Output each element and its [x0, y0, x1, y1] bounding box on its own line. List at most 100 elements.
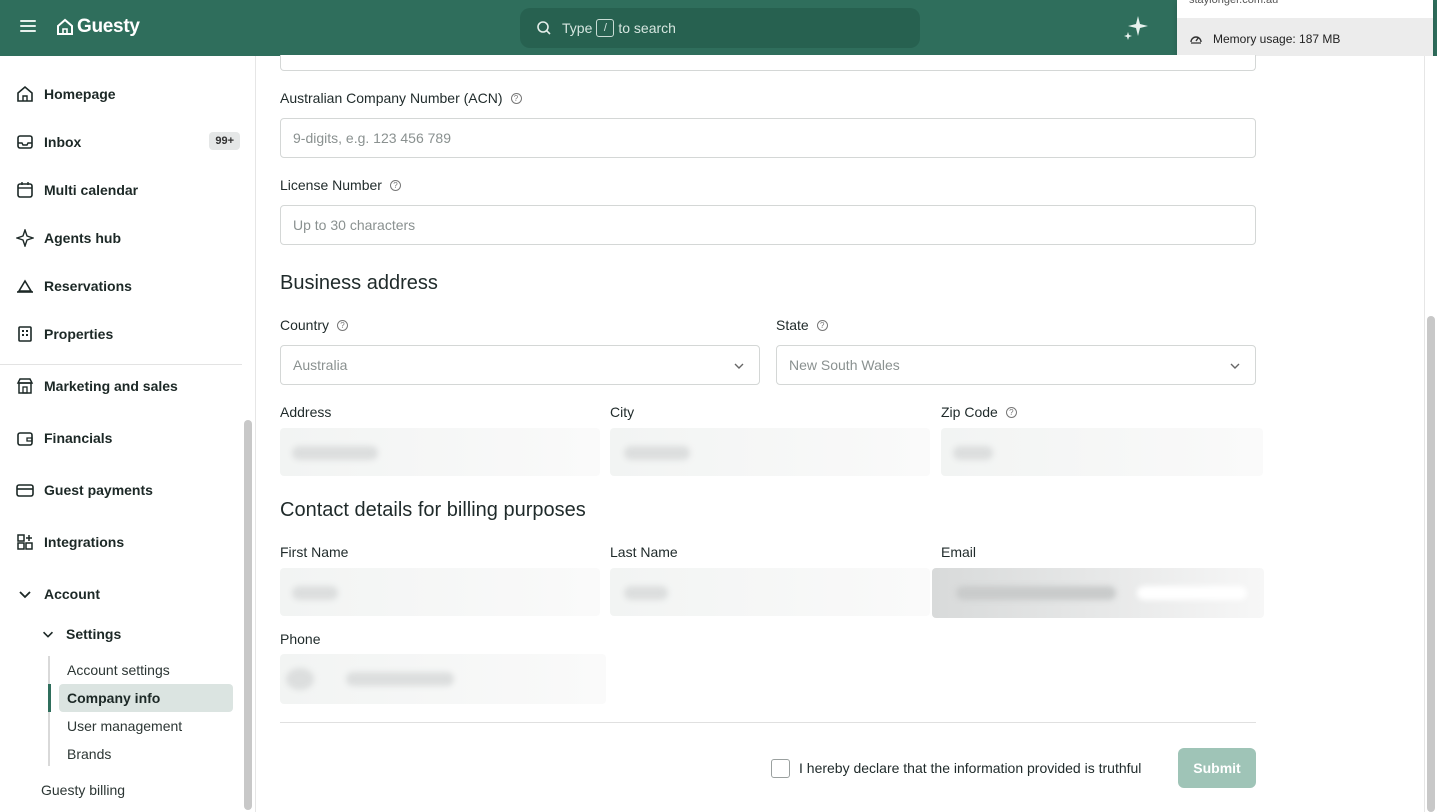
sidebar-item-label: Marketing and sales	[44, 378, 178, 394]
search-prefix: Type	[562, 20, 593, 36]
inbox-icon	[17, 135, 33, 149]
last-name-input-redacted[interactable]	[610, 568, 930, 616]
sidebar-item-agents-hub[interactable]: Agents hub	[16, 224, 242, 252]
chevron-down-icon	[1230, 363, 1240, 369]
sidebar-item-marketing-and-sales[interactable]: Marketing and sales	[16, 372, 242, 400]
city-label: City	[610, 404, 635, 420]
zip-code-label-text: Zip Code	[941, 404, 998, 420]
state-value: New South Wales	[789, 357, 900, 373]
active-item-indicator	[48, 684, 51, 712]
sidebar-item-guest-payments[interactable]: Guest payments	[16, 476, 242, 504]
license-label: License Number ?	[280, 177, 401, 193]
country-select[interactable]: Australia	[280, 345, 760, 385]
chevron-down-icon	[42, 631, 54, 638]
help-icon[interactable]: ?	[816, 319, 828, 331]
last-name-label: Last Name	[610, 544, 678, 560]
sidebar-item-label: Agents hub	[44, 230, 121, 246]
email-label: Email	[941, 544, 977, 560]
sidebar-item-inbox[interactable]: Inbox 99+	[16, 128, 242, 156]
submit-button[interactable]: Submit	[1178, 748, 1256, 788]
sidebar-scrollbar[interactable]	[244, 420, 252, 810]
ai-sparkle-icon[interactable]	[1122, 14, 1150, 42]
license-placeholder: Up to 30 characters	[293, 217, 416, 233]
country-label: Country ?	[280, 317, 349, 333]
country-value: Australia	[293, 357, 348, 373]
sidebar-subitem-company-info[interactable]: Company info	[67, 690, 160, 706]
business-address-heading: Business address	[280, 272, 438, 294]
email-input-redacted[interactable]	[932, 568, 1264, 618]
address-input-redacted[interactable]	[280, 428, 600, 476]
sidebar-divider	[0, 364, 242, 365]
phone-input-redacted[interactable]	[280, 654, 606, 704]
form-divider	[280, 722, 1256, 723]
help-icon[interactable]: ?	[337, 319, 349, 331]
memory-usage-popup: staylonger.com.au Memory usage: 187 MB	[1177, 0, 1433, 61]
sidebar-item-reservations[interactable]: Reservations	[16, 272, 242, 300]
main-right-border	[1424, 56, 1425, 812]
sidebar-item-label: Reservations	[44, 278, 132, 294]
state-select[interactable]: New South Wales	[776, 345, 1256, 385]
calendar-icon	[17, 182, 33, 198]
sparkle-icon	[16, 229, 34, 247]
acn-input[interactable]: 9-digits, e.g. 123 456 789	[280, 118, 1256, 158]
gauge-icon	[1190, 36, 1202, 44]
wallet-icon	[17, 432, 33, 446]
main-scrollbar[interactable]	[1427, 316, 1435, 812]
city-input-redacted[interactable]	[610, 428, 930, 476]
building-icon	[18, 326, 32, 342]
address-label: Address	[280, 404, 332, 420]
sidebar-subitem-user-management[interactable]: User management	[67, 718, 182, 734]
sidebar-item-account[interactable]: Account	[16, 580, 242, 608]
inbox-count-badge: 99+	[209, 132, 240, 150]
license-input[interactable]: Up to 30 characters	[280, 205, 1256, 245]
help-icon[interactable]: ?	[510, 92, 522, 104]
sidebar-item-label: Homepage	[44, 86, 116, 102]
sidebar-item-financials[interactable]: Financials	[16, 424, 242, 452]
sidebar-item-integrations[interactable]: Integrations	[16, 528, 242, 556]
first-name-label: First Name	[280, 544, 349, 560]
store-icon	[16, 378, 34, 394]
sidebar: Homepage Inbox 99+ Multi calendar Agents…	[0, 56, 256, 812]
memory-usage-row: Memory usage: 187 MB	[1177, 18, 1433, 60]
declaration-checkbox[interactable]	[771, 759, 790, 778]
sidebar-item-label: Financials	[44, 430, 113, 446]
memory-usage-text: Memory usage: 187 MB	[1213, 32, 1341, 46]
zip-code-label: Zip Code ?	[941, 404, 1017, 420]
sidebar-item-label: Account	[44, 586, 100, 602]
help-icon[interactable]: ?	[1005, 406, 1017, 418]
chevron-down-icon	[19, 591, 31, 599]
sidebar-subitem-account-settings[interactable]: Account settings	[67, 662, 170, 678]
declaration-text: I hereby declare that the information pr…	[799, 760, 1142, 776]
guesty-logo[interactable]: Guesty	[55, 16, 140, 38]
memory-popup-top-text: staylonger.com.au	[1177, 0, 1433, 18]
sidebar-subitem-brands[interactable]: Brands	[67, 746, 111, 762]
sidebar-item-settings[interactable]: Settings	[40, 620, 240, 648]
sidebar-item-guesty-billing[interactable]: Guesty billing	[41, 782, 125, 798]
logo-text: Guesty	[77, 16, 140, 37]
sidebar-item-label: Settings	[66, 626, 122, 642]
home-icon	[17, 85, 33, 102]
sidebar-item-homepage[interactable]: Homepage	[16, 80, 242, 108]
sidebar-item-label: Properties	[44, 326, 114, 342]
hamburger-menu-icon[interactable]	[20, 20, 36, 34]
acn-label-text: Australian Company Number (ACN)	[280, 90, 503, 106]
sidebar-item-properties[interactable]: Properties	[16, 320, 242, 348]
integrations-icon	[17, 534, 33, 550]
help-icon[interactable]: ?	[389, 179, 401, 191]
sidebar-item-label: Guest payments	[44, 482, 153, 498]
search-icon	[537, 21, 551, 35]
search-shortcut-key: /	[596, 19, 615, 37]
license-label-text: License Number	[280, 177, 382, 193]
state-label: State ?	[776, 317, 828, 333]
first-name-input-redacted[interactable]	[280, 568, 600, 616]
acn-placeholder: 9-digits, e.g. 123 456 789	[293, 130, 452, 146]
sidebar-item-multi-calendar[interactable]: Multi calendar	[16, 176, 242, 204]
sidebar-item-label: Inbox	[44, 134, 82, 150]
phone-label: Phone	[280, 631, 321, 647]
card-icon	[16, 484, 34, 497]
acn-label: Australian Company Number (ACN) ?	[280, 90, 522, 106]
bell-icon	[17, 279, 33, 293]
previous-field-input[interactable]	[280, 55, 1256, 71]
search-bar[interactable]: Type / to search	[520, 8, 920, 48]
zip-code-input-redacted[interactable]	[941, 428, 1263, 476]
